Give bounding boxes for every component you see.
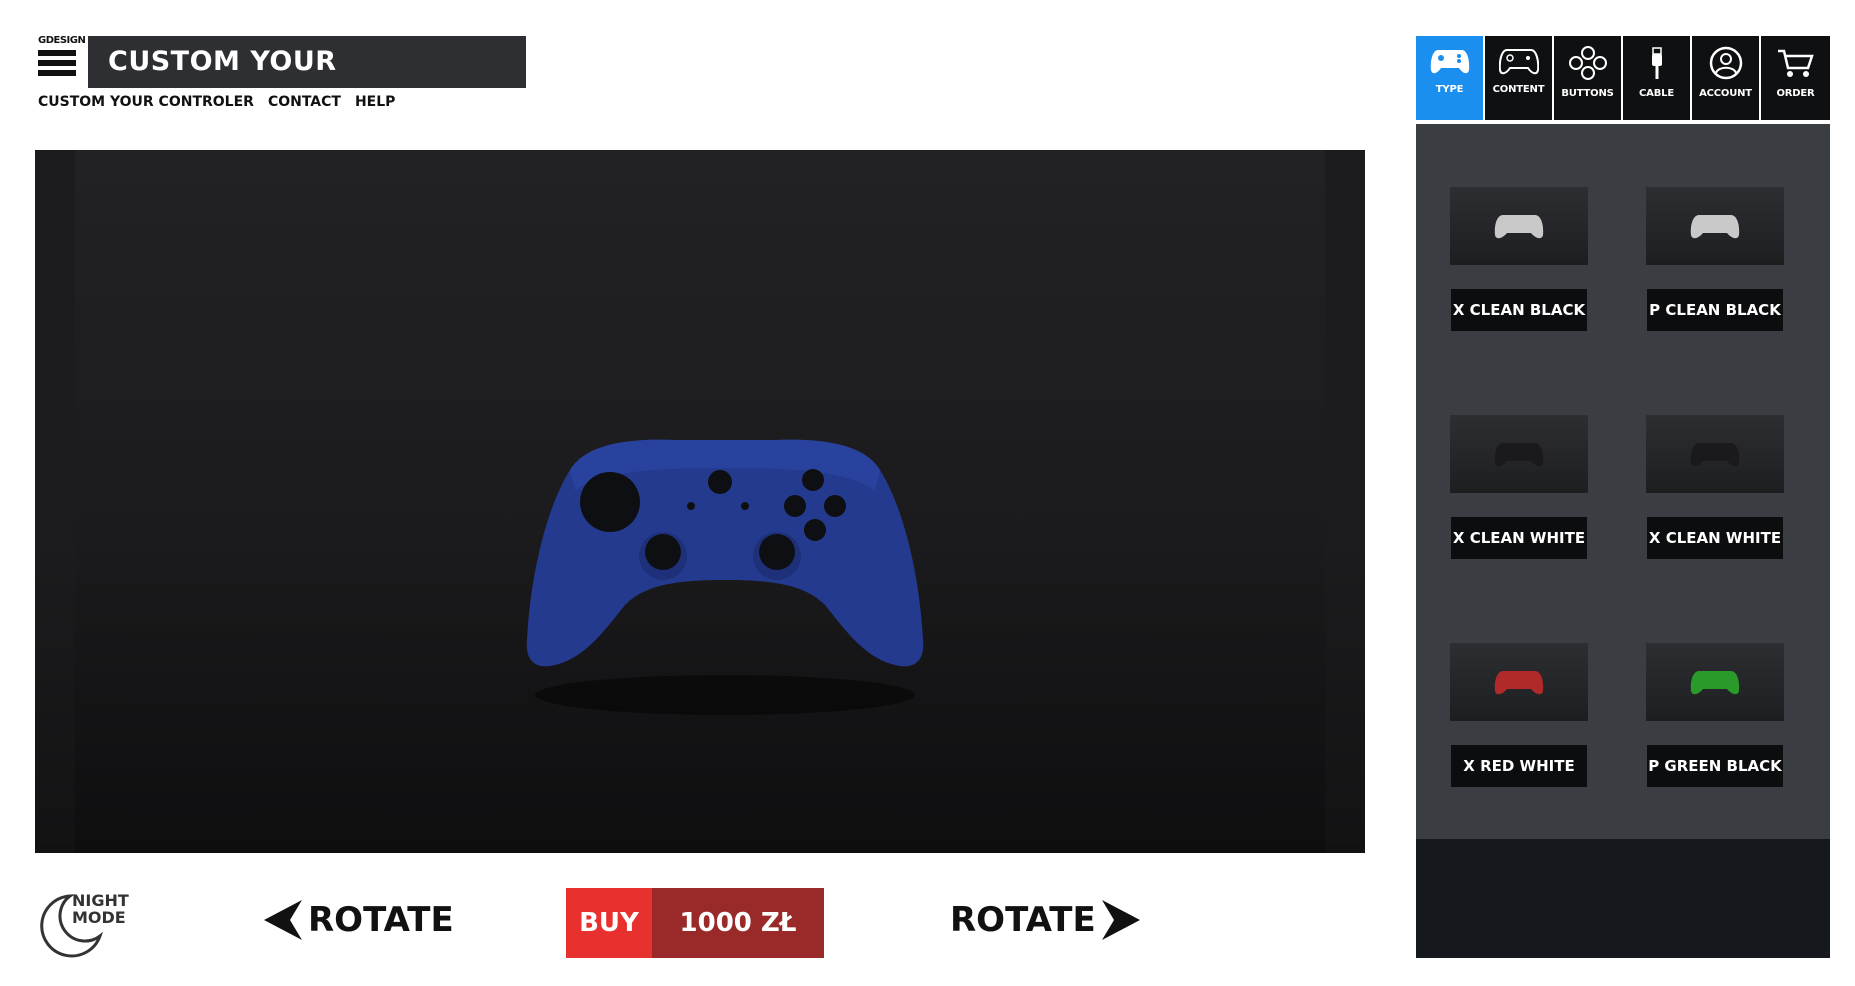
option-label: X CLEAN WHITE: [1647, 517, 1783, 559]
option-label: X CLEAN WHITE: [1451, 517, 1587, 559]
face-button-right-icon: [824, 495, 846, 517]
right-stick-icon: [759, 534, 795, 570]
controller-thumb-icon: [1690, 671, 1740, 695]
controller-model[interactable]: [475, 360, 955, 820]
face-button-left-icon: [784, 495, 806, 517]
controller-3d-viewer[interactable]: [35, 150, 1365, 853]
left-stick-icon: [645, 534, 681, 570]
buttons-icon: [1568, 46, 1607, 80]
brand-logo[interactable]: GDESIGN: [38, 35, 86, 80]
arrow-left-icon: [264, 900, 302, 940]
nav-contact[interactable]: CONTACT: [268, 94, 341, 110]
option-thumbnail: [1646, 187, 1784, 265]
tab-type[interactable]: TYPE: [1416, 36, 1485, 120]
tab-content[interactable]: CONTENT: [1485, 36, 1554, 120]
option-thumbnail: [1450, 187, 1588, 265]
arrow-right-icon: [1101, 900, 1140, 940]
rotate-right-button[interactable]: ROTATE: [950, 900, 1140, 940]
gamepad-outline-icon: [1498, 49, 1539, 75]
night-mode-label-1: NIGHT: [72, 891, 129, 910]
tab-cable-label: CABLE: [1639, 88, 1674, 99]
face-button-bottom-icon: [804, 519, 826, 541]
option-label: P GREEN BLACK: [1647, 745, 1783, 787]
option-label: X RED WHITE: [1451, 745, 1587, 787]
option-card[interactable]: X CLEAN WHITE: [1646, 415, 1784, 559]
gamepad-icon: [1430, 50, 1469, 74]
page-title: CUSTOM YOUR CONTROLER: [88, 36, 526, 129]
panel-footer: [1416, 839, 1830, 958]
option-thumbnail: [1646, 643, 1784, 721]
option-thumbnail: [1646, 415, 1784, 493]
option-thumbnail: [1450, 415, 1588, 493]
start-button-icon: [741, 502, 749, 510]
config-tabs: TYPE CONTENT BUTTONS CABLE ACCOUNT ORDER: [1416, 36, 1830, 120]
option-card[interactable]: X RED WHITE: [1450, 643, 1588, 787]
option-label: X CLEAN BLACK: [1451, 289, 1587, 331]
buy-button[interactable]: BUY 1000 ZŁ: [566, 888, 824, 958]
cart-icon: [1777, 49, 1814, 77]
controller-thumb-icon: [1690, 443, 1740, 467]
account-icon: [1709, 46, 1742, 80]
cable-icon: [1651, 47, 1662, 79]
controller-thumb-icon: [1690, 215, 1740, 239]
rotate-left-label: ROTATE: [308, 900, 454, 940]
type-options-panel: X CLEAN BLACK P CLEAN BLACK X CLEAN WHIT…: [1416, 124, 1830, 839]
buy-label: BUY: [566, 888, 652, 958]
controller-thumb-icon: [1494, 443, 1544, 467]
select-button-icon: [687, 502, 695, 510]
nav-help[interactable]: HELP: [355, 94, 395, 110]
dpad-icon: [580, 472, 640, 532]
option-card[interactable]: P GREEN BLACK: [1646, 643, 1784, 787]
option-card[interactable]: P CLEAN BLACK: [1646, 187, 1784, 331]
option-label: P CLEAN BLACK: [1647, 289, 1783, 331]
tab-buttons-label: BUTTONS: [1561, 88, 1614, 99]
face-button-top-icon: [802, 469, 824, 491]
tab-order-label: ORDER: [1776, 88, 1815, 99]
tab-buttons[interactable]: BUTTONS: [1554, 36, 1623, 120]
night-mode-label-2: MODE: [72, 908, 126, 927]
top-navigation: CUSTOM YOUR CONTROLER CONTACT HELP: [38, 94, 395, 110]
tab-type-label: TYPE: [1435, 84, 1464, 95]
controller-thumb-icon: [1494, 671, 1544, 695]
controller-shadow: [535, 675, 915, 715]
price-label: 1000 ZŁ: [652, 888, 824, 958]
controller-thumb-icon: [1494, 215, 1544, 239]
tab-order[interactable]: ORDER: [1761, 36, 1830, 120]
rotate-left-button[interactable]: ROTATE: [264, 900, 454, 940]
nav-custom-controller[interactable]: CUSTOM YOUR CONTROLER: [38, 94, 254, 110]
option-thumbnail: [1450, 643, 1588, 721]
tab-account[interactable]: ACCOUNT: [1692, 36, 1761, 120]
option-card[interactable]: X CLEAN BLACK: [1450, 187, 1588, 331]
tab-cable[interactable]: CABLE: [1623, 36, 1692, 120]
home-button-icon: [708, 470, 732, 494]
tab-content-label: CONTENT: [1492, 84, 1545, 95]
hamburger-menu-icon[interactable]: [38, 50, 76, 76]
tab-account-label: ACCOUNT: [1699, 88, 1752, 99]
night-mode-toggle[interactable]: NIGHT MODE: [38, 888, 138, 958]
rotate-right-label: ROTATE: [950, 900, 1096, 940]
option-card[interactable]: X CLEAN WHITE: [1450, 415, 1588, 559]
brand-name: GDESIGN: [38, 35, 86, 46]
